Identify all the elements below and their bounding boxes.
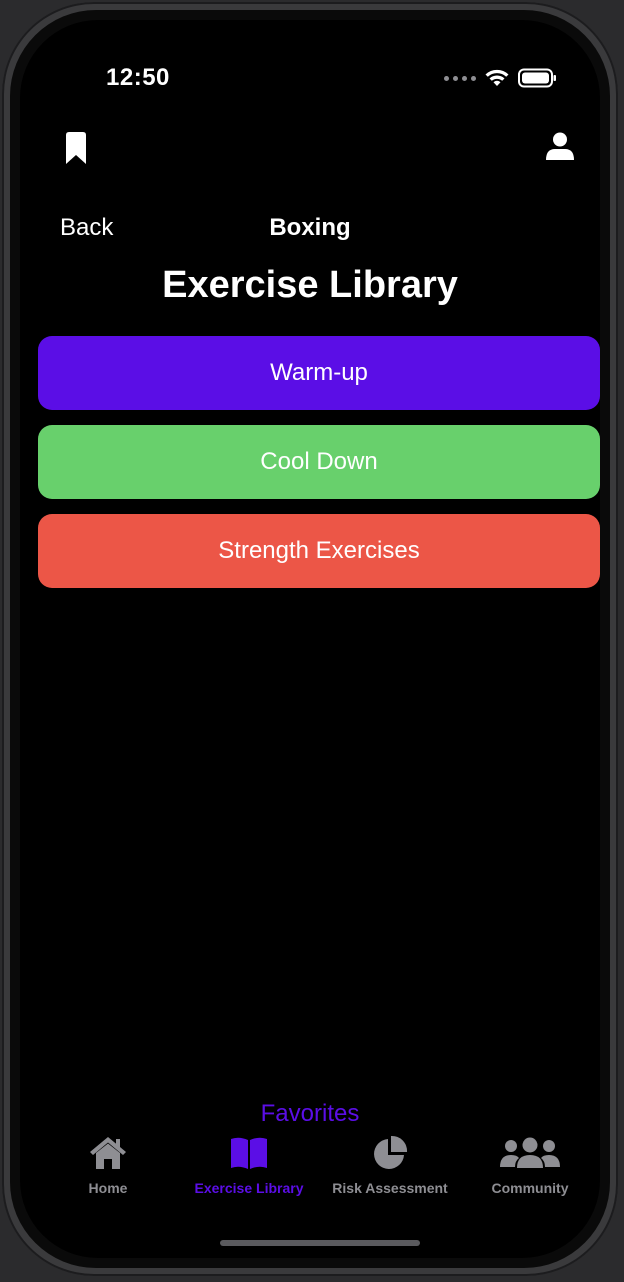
users-icon bbox=[499, 1134, 561, 1172]
status-icons bbox=[444, 68, 558, 88]
signal-icon bbox=[444, 75, 476, 81]
favorites-link[interactable]: Favorites bbox=[20, 1100, 600, 1128]
tab-home[interactable]: Home bbox=[38, 1134, 178, 1196]
tab-exercise-library-label: Exercise Library bbox=[194, 1180, 304, 1196]
tab-community[interactable]: Community bbox=[460, 1134, 600, 1196]
status-time: 12:50 bbox=[106, 64, 170, 91]
tab-home-label: Home bbox=[88, 1180, 128, 1196]
tab-community-label: Community bbox=[491, 1180, 569, 1196]
battery-icon bbox=[518, 68, 556, 88]
page-title: Exercise Library bbox=[162, 264, 458, 306]
phone-bezel: 12:50 Boxing Back Exercise Library Warm-… bbox=[10, 10, 610, 1268]
warm-up-button[interactable]: Warm-up bbox=[38, 336, 600, 410]
house-icon bbox=[88, 1134, 128, 1172]
book-open-icon bbox=[229, 1134, 269, 1172]
chart-pie-icon bbox=[372, 1134, 408, 1172]
strength-exercises-button[interactable]: Strength Exercises bbox=[38, 514, 600, 588]
cool-down-button[interactable]: Cool Down bbox=[38, 425, 600, 499]
tab-exercise-library[interactable]: Exercise Library bbox=[179, 1134, 319, 1196]
phone-frame: 12:50 Boxing Back Exercise Library Warm-… bbox=[2, 2, 618, 1276]
home-indicator[interactable] bbox=[220, 1240, 420, 1246]
tab-bar: Home Exercise Library Risk Assessment Co… bbox=[20, 1134, 600, 1204]
bookmark-button[interactable] bbox=[64, 132, 88, 169]
app-screen: 12:50 Boxing Back Exercise Library Warm-… bbox=[20, 20, 600, 1258]
navigation-bar: Boxing Back bbox=[20, 214, 600, 248]
wifi-icon bbox=[485, 69, 509, 86]
back-button[interactable]: Back bbox=[60, 214, 113, 242]
tab-risk-assessment-label: Risk Assessment bbox=[332, 1180, 448, 1196]
bookmark-icon bbox=[66, 132, 86, 164]
tab-risk-assessment[interactable]: Risk Assessment bbox=[320, 1134, 460, 1196]
profile-button[interactable] bbox=[546, 132, 574, 165]
person-icon bbox=[546, 132, 574, 160]
